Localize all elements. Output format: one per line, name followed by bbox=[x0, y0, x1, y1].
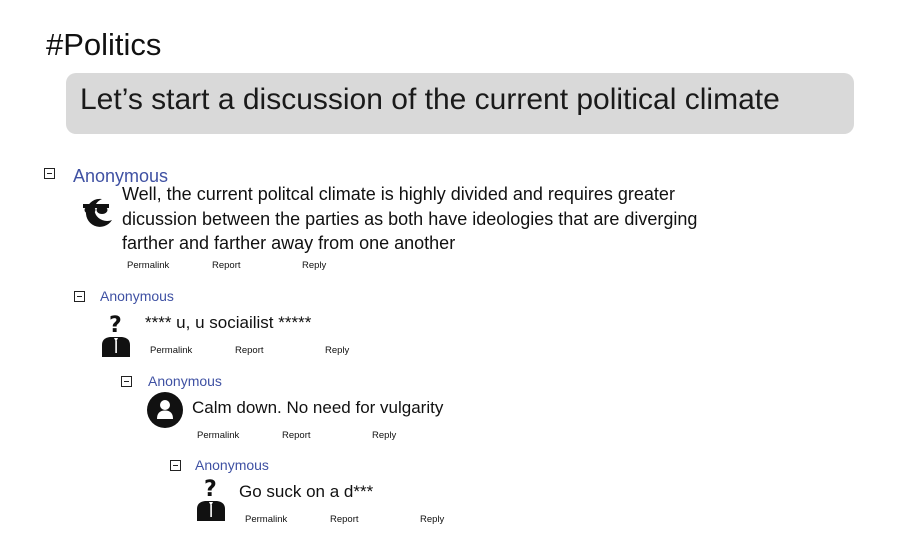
report-link[interactable]: Report bbox=[330, 514, 359, 526]
comment-author[interactable]: Anonymous bbox=[148, 372, 222, 390]
comment-text: Calm down. No need for vulgarity bbox=[192, 398, 444, 417]
collapse-button[interactable] bbox=[121, 376, 132, 387]
reply-link[interactable]: Reply bbox=[302, 260, 326, 272]
report-link[interactable]: Report bbox=[282, 430, 311, 442]
reply-link[interactable]: Reply bbox=[325, 345, 349, 357]
comment-text: Go suck on a d*** bbox=[239, 482, 374, 501]
comment-author[interactable]: Anonymous bbox=[100, 287, 174, 305]
topic-banner: Let’s start a discussion of the current … bbox=[66, 73, 854, 134]
page-title: #Politics bbox=[46, 27, 162, 62]
sunglasses-icon bbox=[78, 196, 114, 228]
svg-text:?: ? bbox=[109, 313, 122, 338]
permalink-link[interactable]: Permalink bbox=[127, 260, 169, 272]
user-circle-icon bbox=[146, 391, 184, 429]
permalink-link[interactable]: Permalink bbox=[150, 345, 192, 357]
comment-author[interactable]: Anonymous bbox=[195, 456, 269, 474]
report-link[interactable]: Report bbox=[235, 345, 264, 357]
permalink-link[interactable]: Permalink bbox=[245, 514, 287, 526]
topic-text: Let’s start a discussion of the current … bbox=[80, 83, 780, 116]
collapse-button[interactable] bbox=[44, 168, 55, 179]
question-mark-person-icon: ? bbox=[194, 476, 228, 522]
permalink-link[interactable]: Permalink bbox=[197, 430, 239, 442]
collapse-button[interactable] bbox=[74, 291, 85, 302]
comment-text: Well, the current politcal climate is hi… bbox=[122, 184, 698, 253]
svg-text:?: ? bbox=[204, 477, 217, 502]
comment-text: **** u, u sociailist ***** bbox=[145, 313, 312, 332]
report-link[interactable]: Report bbox=[212, 260, 241, 272]
question-mark-person-icon: ? bbox=[99, 312, 133, 358]
reply-link[interactable]: Reply bbox=[372, 430, 396, 442]
reply-link[interactable]: Reply bbox=[420, 514, 444, 526]
collapse-button[interactable] bbox=[170, 460, 181, 471]
